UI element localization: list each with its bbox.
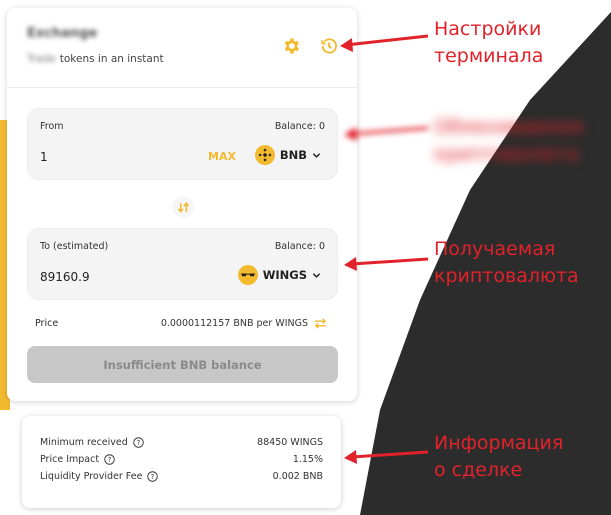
annotation-line: о сделке — [434, 459, 523, 481]
annotation-received-crypto: Получаемая криптовалюта — [434, 236, 579, 290]
annotation-line: криптовалюта — [434, 265, 579, 287]
annotation-line: Информация — [434, 432, 564, 454]
annotation-deal-info: Информация о сделке — [434, 430, 563, 484]
annotation-line: Настройки — [434, 18, 542, 40]
annotation-terminal-settings: Настройки терминала — [434, 16, 543, 70]
annotation-line: терминала — [434, 45, 544, 67]
annotation-line: Получаемая — [434, 238, 556, 260]
annotation-line: криптовалюта — [434, 143, 579, 165]
annotation-exchanged-crypto: Обмениваемая криптовалюта — [434, 114, 583, 168]
annotation-line: Обмениваемая — [434, 116, 584, 138]
